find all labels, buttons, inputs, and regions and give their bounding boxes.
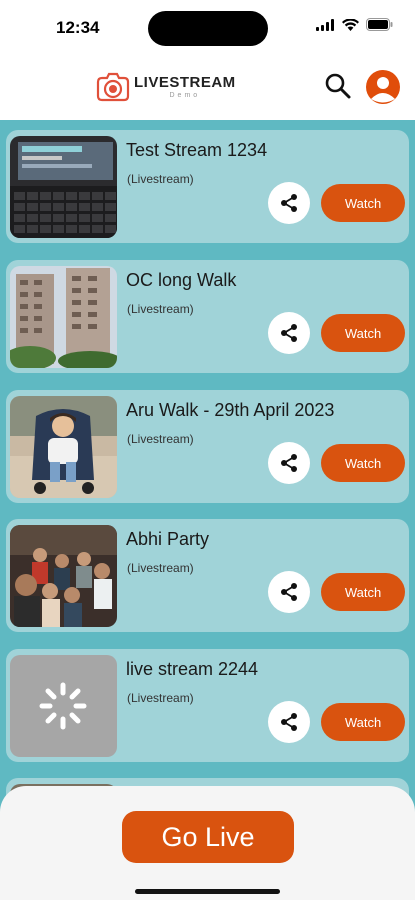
- logo-title: LIVESTREAM: [134, 74, 236, 91]
- watch-button[interactable]: Watch: [321, 444, 405, 482]
- stream-title[interactable]: Abhi Party: [126, 529, 209, 550]
- share-icon: [281, 454, 297, 472]
- user-avatar-icon: [371, 77, 395, 103]
- share-icon: [281, 194, 297, 212]
- share-button[interactable]: [268, 571, 310, 613]
- status-icons: [316, 18, 393, 31]
- stream-card[interactable]: Abhi Party (Livestream) Watch: [6, 519, 409, 632]
- battery-icon: [366, 18, 393, 31]
- stream-title[interactable]: live stream 2244: [126, 659, 258, 680]
- share-button[interactable]: [268, 312, 310, 354]
- app-header: LIVESTREAM Demo: [0, 56, 415, 120]
- stream-thumbnail[interactable]: [10, 525, 117, 627]
- logo-text: LIVESTREAM Demo: [134, 75, 236, 99]
- app-logo: LIVESTREAM Demo: [96, 72, 236, 102]
- share-icon: [281, 583, 297, 601]
- stream-title[interactable]: OC long Walk: [126, 270, 236, 291]
- bottom-action-bar: Go Live: [0, 786, 415, 900]
- stream-thumbnail[interactable]: [10, 266, 117, 368]
- stream-type: (Livestream): [127, 561, 194, 575]
- home-indicator[interactable]: [135, 889, 280, 894]
- stream-thumbnail[interactable]: [10, 396, 117, 498]
- profile-button[interactable]: [366, 70, 400, 104]
- camera-record-icon: [96, 72, 130, 102]
- stream-type: (Livestream): [127, 172, 194, 186]
- stream-type: (Livestream): [127, 302, 194, 316]
- share-button[interactable]: [268, 182, 310, 224]
- stream-card[interactable]: OC long Walk (Livestream) Watch: [6, 260, 409, 373]
- stream-title[interactable]: Aru Walk - 29th April 2023: [126, 400, 334, 421]
- stream-list[interactable]: Test Stream 1234 (Livestream) Watch OC l…: [0, 120, 415, 800]
- status-bar: 12:34: [0, 0, 415, 56]
- loading-spinner-icon: [39, 682, 87, 730]
- stream-thumbnail[interactable]: [10, 655, 117, 757]
- stream-type: (Livestream): [127, 691, 194, 705]
- stream-card[interactable]: Test Stream 1234 (Livestream) Watch: [6, 130, 409, 243]
- watch-button[interactable]: Watch: [321, 703, 405, 741]
- share-button[interactable]: [268, 442, 310, 484]
- share-icon: [281, 324, 297, 342]
- stream-card[interactable]: Aru Walk - 29th April 2023 (Livestream) …: [6, 390, 409, 503]
- wifi-icon: [342, 18, 359, 31]
- group-selfie-photo: [10, 525, 117, 627]
- stream-card[interactable]: live stream 2244 (Livestream) Watch: [6, 649, 409, 762]
- watch-button[interactable]: Watch: [321, 184, 405, 222]
- keyboard-laptop-photo: [10, 136, 117, 238]
- signal-icon: [316, 18, 334, 31]
- watch-button[interactable]: Watch: [321, 314, 405, 352]
- go-live-button[interactable]: Go Live: [122, 811, 294, 863]
- search-icon: [325, 73, 351, 99]
- search-button[interactable]: [322, 70, 354, 102]
- stream-thumbnail[interactable]: [10, 136, 117, 238]
- stream-title[interactable]: Test Stream 1234: [126, 140, 267, 161]
- logo-subtitle: Demo: [169, 92, 201, 99]
- watch-button[interactable]: Watch: [321, 573, 405, 611]
- status-time: 12:34: [56, 18, 100, 37]
- share-button[interactable]: [268, 701, 310, 743]
- dynamic-island: [148, 11, 268, 46]
- share-icon: [281, 713, 297, 731]
- stream-type: (Livestream): [127, 432, 194, 446]
- apartment-buildings-photo: [10, 266, 117, 368]
- child-in-stroller-photo: [10, 396, 117, 498]
